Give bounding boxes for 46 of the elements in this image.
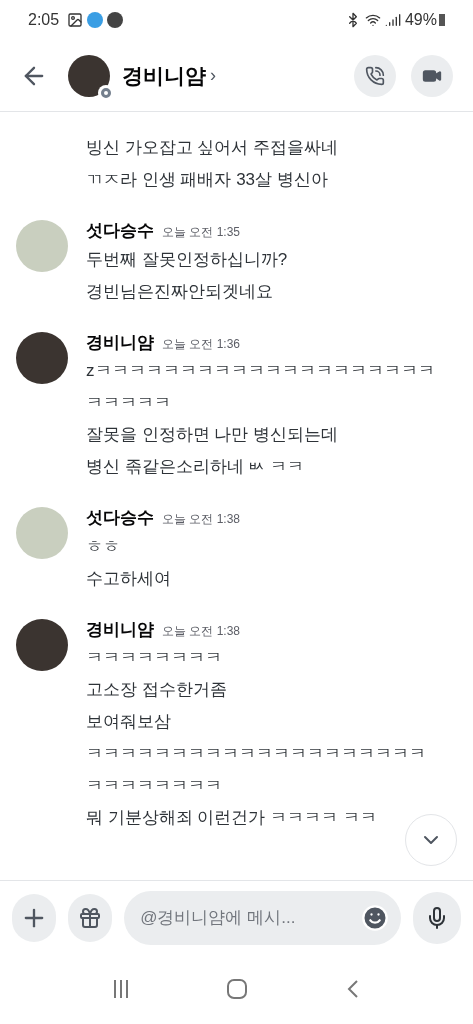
message-text: ㅋㅋㅋㅋㅋㅋㅋㅋ: [86, 775, 223, 797]
gift-button[interactable]: [68, 893, 113, 942]
wifi-icon: [364, 12, 381, 28]
video-call-button[interactable]: [411, 54, 453, 97]
battery-icon: [439, 14, 445, 26]
message-text: 두번째 잘못인정하십니까?: [86, 248, 288, 271]
message-time: 오늘 오전 1:38: [162, 511, 241, 528]
image-icon: [67, 12, 84, 28]
author-name[interactable]: 섯다승수: [86, 505, 154, 531]
battery-percentage: 49%: [404, 10, 437, 30]
status-time: 2:05: [28, 10, 60, 30]
message-text: 수고하세여: [86, 567, 172, 590]
message-text: 병신 졲같은소리하네 ㅄ ㅋㅋ: [86, 456, 306, 478]
message-time: 오늘 오전 1:38: [162, 622, 241, 640]
author-name[interactable]: 경비니얌: [86, 329, 154, 355]
message-text: 고소장 접수한거좀: [86, 679, 228, 701]
emoji-icon[interactable]: [361, 903, 390, 932]
avatar: [68, 54, 110, 97]
author-name[interactable]: 경비니얌: [86, 616, 154, 642]
message-text: 뭐 기분상해죄 이런건가 ㅋㅋㅋㅋ ㅋㅋ: [86, 807, 378, 829]
recent-apps-icon[interactable]: [113, 980, 128, 998]
message-text: zㅋㅋㅋㅋㅋㅋㅋㅋㅋㅋㅋㅋㅋㅋㅋㅋㅋㅋㅋㅋ: [86, 360, 435, 382]
message-text: ㅋㅋㅋㅋㅋ: [86, 392, 172, 414]
chevron-icon: ›: [210, 62, 216, 89]
signal-icon: [384, 12, 401, 28]
author-name[interactable]: 섯다승수: [86, 218, 154, 244]
channel-title[interactable]: 경비니얌: [122, 59, 206, 92]
voice-call-button[interactable]: [354, 54, 396, 97]
message-text: 빙신 가오잡고 싶어서 주접을싸네: [86, 137, 340, 159]
message-time: 오늘 오전 1:36: [162, 335, 241, 353]
home-icon[interactable]: [227, 979, 248, 999]
message-text: ㅋㅋㅋㅋㅋㅋㅋㅋㅋㅋㅋㅋㅋㅋㅋㅋㅋㅋㅋㅋ: [86, 743, 426, 765]
message-text: 잘못을 인정하면 나만 병신되는데: [86, 424, 340, 446]
gift-icon: [78, 905, 103, 930]
message-text: ㅋㅋㅋㅋㅋㅋㅋㅋ: [86, 647, 223, 669]
message-field[interactable]: @경비니얌에 메시...: [124, 890, 402, 945]
microphone-button[interactable]: [413, 891, 461, 944]
add-button[interactable]: [12, 893, 57, 942]
message-input[interactable]: @경비니얌에 메시...: [140, 904, 362, 931]
message-text: ㄲㅈ라 인생 패배자 33살 병신아: [86, 169, 329, 191]
message-text: ㅎㅎ: [86, 535, 121, 558]
message-text: 보여줘보삼: [86, 711, 172, 733]
message-text: 경빈님은진짜안되겟네요: [86, 280, 274, 303]
back-icon[interactable]: [347, 979, 360, 999]
phone-icon: [365, 65, 385, 86]
message-time: 오늘 오전 1:35: [162, 224, 241, 241]
